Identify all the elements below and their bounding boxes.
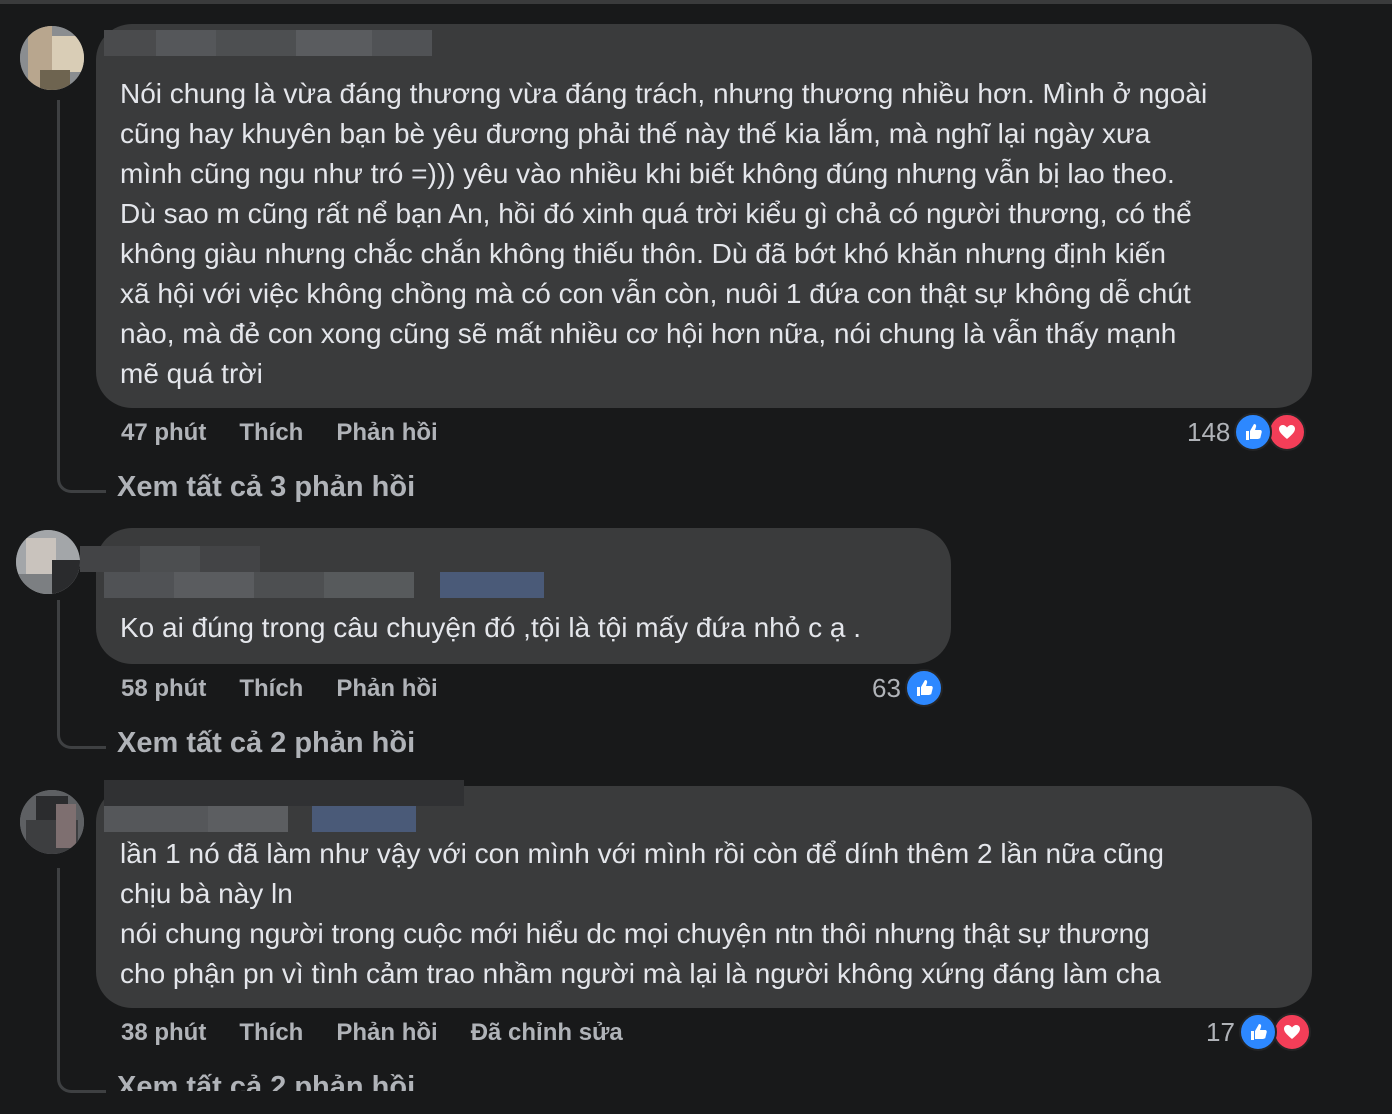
comment-actions: 58 phút Thích Phản hồi: [121, 674, 438, 704]
reply-button[interactable]: Phản hồi: [336, 1019, 437, 1047]
reaction-count: 63: [872, 672, 901, 703]
comment-actions: 47 phút Thích Phản hồi: [121, 418, 438, 448]
comment-timestamp[interactable]: 47 phút: [121, 419, 206, 447]
comment-bubble: Nói chung là vừa đáng thương vừa đáng tr…: [96, 24, 1312, 408]
comment-timestamp[interactable]: 38 phút: [121, 1019, 206, 1047]
edited-label: Đã chỉnh sửa: [470, 1019, 623, 1046]
comment-timestamp[interactable]: 58 phút: [121, 675, 206, 703]
view-all-replies-link[interactable]: Xem tất cả 3 phản hồi: [117, 471, 415, 504]
top-divider: [0, 0, 1392, 4]
commenter-badge-blurred: [80, 546, 260, 572]
like-button[interactable]: Thích: [239, 675, 303, 703]
love-icon: [1272, 1013, 1311, 1051]
avatar[interactable]: [16, 530, 80, 594]
reaction-count: 17: [1206, 1016, 1235, 1047]
comment-actions: 38 phút Thích Phản hồi Đã chỉnh sửa: [121, 1018, 623, 1048]
like-icon: [904, 669, 943, 707]
reaction-count: 148: [1187, 416, 1231, 447]
avatar[interactable]: [20, 790, 84, 854]
view-all-replies-link[interactable]: Xem tất cả 2 phản hồi: [117, 1071, 415, 1091]
commenter-name-blurred[interactable]: [104, 572, 544, 598]
reaction-summary[interactable]: 17: [1206, 1012, 1311, 1052]
like-button[interactable]: Thích: [239, 1019, 303, 1047]
view-all-replies-link[interactable]: Xem tất cả 2 phản hồi: [117, 727, 415, 760]
love-icon: [1268, 413, 1307, 451]
reaction-summary[interactable]: 148: [1187, 412, 1307, 452]
like-button[interactable]: Thích: [239, 419, 303, 447]
comment-text: Ko ai đúng trong câu chuyện đó ,tội là t…: [120, 612, 861, 643]
comment-bubble: lần 1 nó đã làm như vậy với con mình với…: [96, 780, 1312, 1008]
comment-text: lần 1 nó đã làm như vậy với con mình với…: [120, 838, 1164, 989]
comment-bubble: Ko ai đúng trong câu chuyện đó ,tội là t…: [80, 528, 951, 664]
like-icon: [1234, 413, 1273, 451]
commenter-badge-blurred: [104, 780, 464, 806]
reaction-summary[interactable]: 63: [872, 668, 943, 708]
reply-button[interactable]: Phản hồi: [336, 419, 437, 447]
commenter-name-blurred[interactable]: [104, 806, 416, 832]
reply-button[interactable]: Phản hồi: [336, 675, 437, 703]
avatar[interactable]: [20, 26, 84, 90]
commenter-name-blurred[interactable]: [104, 30, 432, 56]
comment-text: Nói chung là vừa đáng thương vừa đáng tr…: [120, 78, 1208, 389]
like-icon: [1238, 1013, 1277, 1051]
